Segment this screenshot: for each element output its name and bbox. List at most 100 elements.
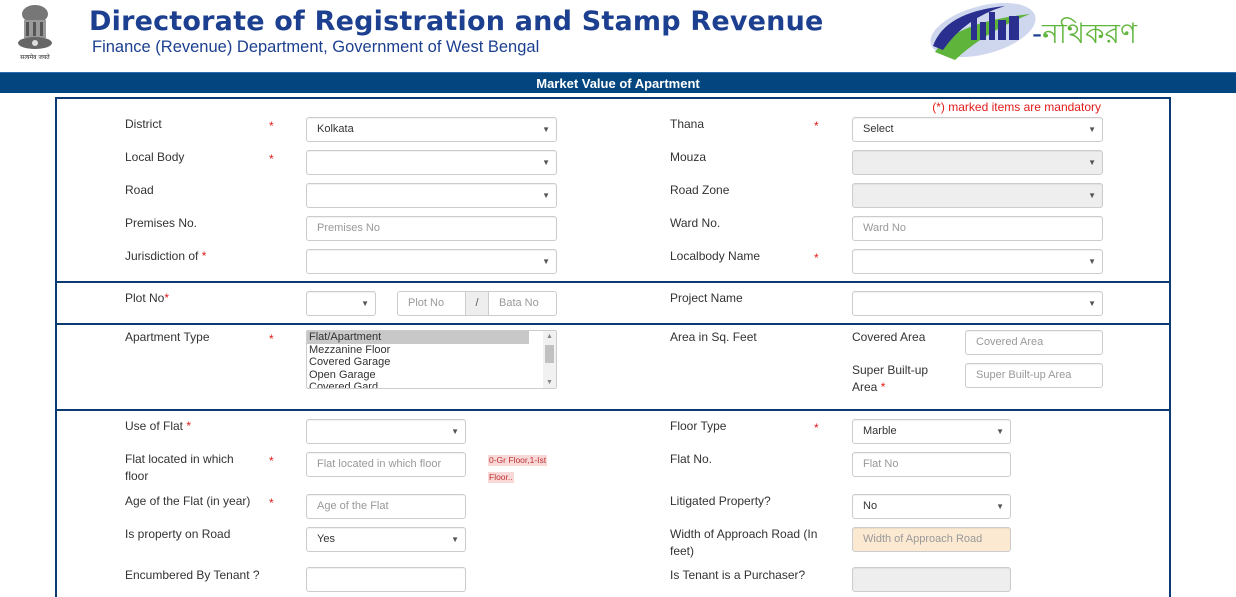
mouza-select[interactable]: ▼ <box>852 150 1103 175</box>
plot-no-label-text: Plot No <box>125 291 165 305</box>
project-name-select[interactable]: ▼ <box>852 291 1103 316</box>
apartment-type-option[interactable]: Flat/Apartment <box>307 331 529 344</box>
district-value: Kolkata <box>317 123 354 135</box>
on-road-label: Is property on Road <box>125 527 231 541</box>
encumbered-label: Encumbered By Tenant ? <box>125 568 260 582</box>
use-of-flat-label: Use of Flat * <box>125 418 191 435</box>
project-name-label: Project Name <box>670 291 743 305</box>
apartment-type-option[interactable]: Open Garage <box>307 369 529 382</box>
required-mark: * <box>164 291 170 305</box>
logo-dash: - <box>1032 17 1043 50</box>
chevron-down-icon: ▼ <box>996 502 1004 511</box>
page-title: Market Value of Apartment <box>0 72 1236 93</box>
jurisdiction-select[interactable]: ▼ <box>306 249 557 274</box>
chevron-down-icon: ▼ <box>1088 158 1096 167</box>
plot-type-select[interactable]: ▼ <box>306 291 376 316</box>
local-body-label: Local Body <box>125 150 185 164</box>
localbody-name-select[interactable]: ▼ <box>852 249 1103 274</box>
age-label: Age of the Flat (in year) <box>125 494 251 508</box>
area-label: Area in Sq. Feet <box>670 330 757 344</box>
plot-bata-group: Plot No / Bata No <box>397 291 557 316</box>
premises-no-label: Premises No. <box>125 216 198 230</box>
super-built-up-label: Super Built-up Area * <box>852 362 928 396</box>
site-title: Directorate of Registration and Stamp Re… <box>89 6 824 37</box>
flat-floor-input[interactable]: Flat located in which floor <box>306 452 466 477</box>
site-header: सत्यमेव जयते Directorate of Registration… <box>0 0 1236 72</box>
required-mark: * <box>269 454 274 468</box>
use-of-flat-select[interactable]: ▼ <box>306 419 466 444</box>
ward-no-input[interactable]: Ward No <box>852 216 1103 241</box>
on-road-select[interactable]: Yes ▼ <box>306 527 466 552</box>
road-zone-label: Road Zone <box>670 183 730 197</box>
district-select[interactable]: Kolkata ▼ <box>306 117 557 142</box>
local-body-select[interactable]: ▼ <box>306 150 557 175</box>
encumbered-select[interactable] <box>306 567 466 592</box>
required-mark: * <box>269 496 274 510</box>
flat-no-label: Flat No. <box>670 452 713 466</box>
apartment-type-option[interactable]: Covered Garage <box>307 356 529 369</box>
required-mark: * <box>269 119 274 133</box>
apartment-type-listbox[interactable]: Flat/Apartment Mezzanine Floor Covered G… <box>306 330 557 389</box>
super-built-up-label-line1: Super Built-up <box>852 363 929 377</box>
scroll-up-icon[interactable]: ▲ <box>546 333 553 340</box>
thana-label: Thana <box>670 117 705 131</box>
road-zone-select[interactable]: ▼ <box>852 183 1103 208</box>
road-select[interactable]: ▼ <box>306 183 557 208</box>
chevron-down-icon: ▼ <box>996 427 1004 436</box>
use-of-flat-label-text: Use of Flat <box>125 419 184 433</box>
section-divider <box>57 323 1169 325</box>
mouza-label: Mouza <box>670 150 707 164</box>
on-road-value: Yes <box>317 533 335 545</box>
scroll-down-icon[interactable]: ▼ <box>546 379 553 386</box>
plot-no-input[interactable]: Plot No <box>398 292 465 315</box>
tenant-purchaser-select[interactable] <box>852 567 1011 592</box>
approach-road-input[interactable]: Width of Approach Road <box>852 527 1011 552</box>
road-label: Road <box>125 183 154 197</box>
required-mark: * <box>814 421 819 435</box>
district-label: District <box>125 117 162 131</box>
chevron-down-icon: ▼ <box>542 125 550 134</box>
apartment-type-option[interactable]: Covered Gard... <box>307 381 529 388</box>
litigated-value: No <box>863 500 878 512</box>
chevron-down-icon: ▼ <box>1088 299 1096 308</box>
chevron-down-icon: ▼ <box>1088 191 1096 200</box>
super-built-up-input[interactable]: Super Built-up Area <box>965 363 1103 388</box>
age-input[interactable]: Age of the Flat <box>306 494 466 519</box>
site-subtitle: Finance (Revenue) Department, Government… <box>92 38 540 56</box>
required-mark: * <box>269 332 274 346</box>
approach-road-label-line2: feet) <box>670 544 695 558</box>
plot-no-label: Plot No* <box>125 290 169 307</box>
required-mark: * <box>880 380 886 394</box>
required-mark: * <box>814 251 819 265</box>
super-built-up-label-line2: Area <box>852 380 878 394</box>
required-mark: * <box>814 119 819 133</box>
covered-area-input[interactable]: Covered Area <box>965 330 1103 355</box>
floor-hint: 0-Gr Floor,1-Ist <box>488 455 548 466</box>
approach-road-label-line1: Width of Approach Road (In <box>670 527 818 541</box>
apartment-type-option[interactable]: Mezzanine Floor <box>307 344 529 357</box>
chevron-down-icon: ▼ <box>451 427 459 436</box>
litigated-label: Litigated Property? <box>670 494 771 508</box>
premises-no-input[interactable]: Premises No <box>306 216 557 241</box>
bata-no-input[interactable]: Bata No <box>489 292 556 315</box>
listbox-scrollbar[interactable]: ▲ ▼ <box>543 331 556 388</box>
floor-type-select[interactable]: Marble ▼ <box>852 419 1011 444</box>
required-mark: * <box>201 249 207 263</box>
chevron-down-icon: ▼ <box>361 299 369 308</box>
chevron-down-icon: ▼ <box>542 191 550 200</box>
scrollbar-thumb[interactable] <box>545 345 554 363</box>
floor-hint: Floor.. <box>488 472 514 483</box>
logo-bengali-text: নথিকরণ <box>1042 17 1137 50</box>
litigated-select[interactable]: No ▼ <box>852 494 1011 519</box>
mandatory-note: (*) marked items are mandatory <box>932 100 1101 114</box>
jurisdiction-label: Jurisdiction of * <box>125 248 206 265</box>
tenant-purchaser-label: Is Tenant is a Purchaser? <box>670 568 806 582</box>
ward-no-label: Ward No. <box>670 216 721 230</box>
thana-select[interactable]: Select ▼ <box>852 117 1103 142</box>
flat-no-input[interactable]: Flat No <box>852 452 1011 477</box>
plot-bata-separator: / <box>465 292 489 315</box>
chevron-down-icon: ▼ <box>542 257 550 266</box>
flat-floor-label: Flat located in which floor <box>125 451 234 485</box>
section-divider <box>57 409 1169 411</box>
apartment-type-label: Apartment Type <box>125 330 210 344</box>
